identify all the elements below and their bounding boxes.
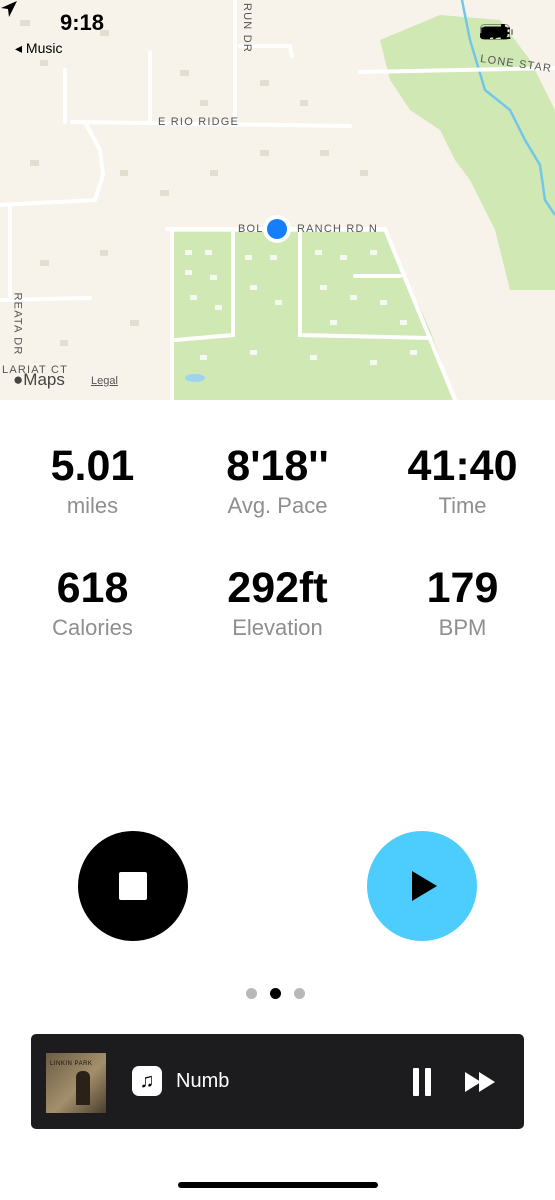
stat-label: Calories: [52, 615, 133, 640]
page-dot[interactable]: [246, 988, 257, 999]
street-label: RANCH RD N: [297, 223, 379, 235]
maps-attribution: ●Maps: [13, 370, 65, 389]
stop-icon: [119, 872, 147, 900]
stat-heart-rate: 179 BPM: [370, 562, 555, 642]
stat-value: 5.01: [50, 442, 135, 490]
fast-forward-button[interactable]: [465, 1072, 497, 1092]
music-app-icon: ♫: [132, 1066, 162, 1096]
play-icon: [412, 871, 437, 901]
now-playing-bar[interactable]: LINKIN PARK ♫ Numb: [31, 1034, 524, 1129]
back-to-music-link[interactable]: ◂ Music: [15, 40, 62, 57]
stat-distance: 5.01 miles: [0, 440, 185, 520]
street-label: BOL: [238, 223, 264, 235]
album-art-text: LINKIN PARK: [50, 1061, 93, 1067]
status-indicators: LTE: [480, 24, 514, 44]
stat-pace: 8'18'' Avg. Pace: [185, 440, 370, 520]
stat-label: Elevation: [232, 615, 323, 640]
stat-label: miles: [66, 493, 119, 518]
stat-time: 41:40 Time: [370, 440, 555, 520]
stat-value: 179: [426, 564, 499, 612]
stat-elevation: 292ft Elevation: [185, 562, 370, 642]
status-time: 9:18: [60, 10, 105, 35]
pause-button[interactable]: [411, 1068, 433, 1096]
page-dot-active[interactable]: [270, 988, 281, 999]
stop-button[interactable]: [78, 831, 188, 941]
stat-value: 292ft: [227, 564, 328, 612]
street-label: RUN DR: [240, 3, 253, 53]
stat-calories: 618 Calories: [0, 562, 185, 642]
home-indicator[interactable]: [178, 1182, 378, 1188]
street-label: REATA DR: [11, 292, 24, 356]
stat-value: 41:40: [407, 442, 518, 490]
street-label: E RIO RIDGE: [158, 116, 240, 128]
stat-value: 8'18'': [226, 442, 329, 490]
stat-label: Time: [438, 493, 487, 518]
page-dot[interactable]: [294, 988, 305, 999]
stat-label: Avg. Pace: [227, 493, 328, 518]
song-title: Numb: [176, 1070, 230, 1092]
album-art: LINKIN PARK: [46, 1053, 106, 1113]
stat-label: BPM: [438, 615, 487, 640]
map-canvas: [0, 0, 555, 400]
legal-link[interactable]: Legal: [91, 375, 118, 387]
stat-value: 618: [56, 564, 129, 612]
location-arrow-icon: [1, 1, 17, 17]
page-indicator[interactable]: [246, 988, 305, 999]
apple-icon: ●: [13, 370, 24, 389]
route-map[interactable]: E RIO RIDGE BOL RANCH RD N LONE STAR RUN…: [0, 0, 555, 400]
battery-icon: [480, 24, 514, 40]
resume-button[interactable]: [367, 831, 477, 941]
